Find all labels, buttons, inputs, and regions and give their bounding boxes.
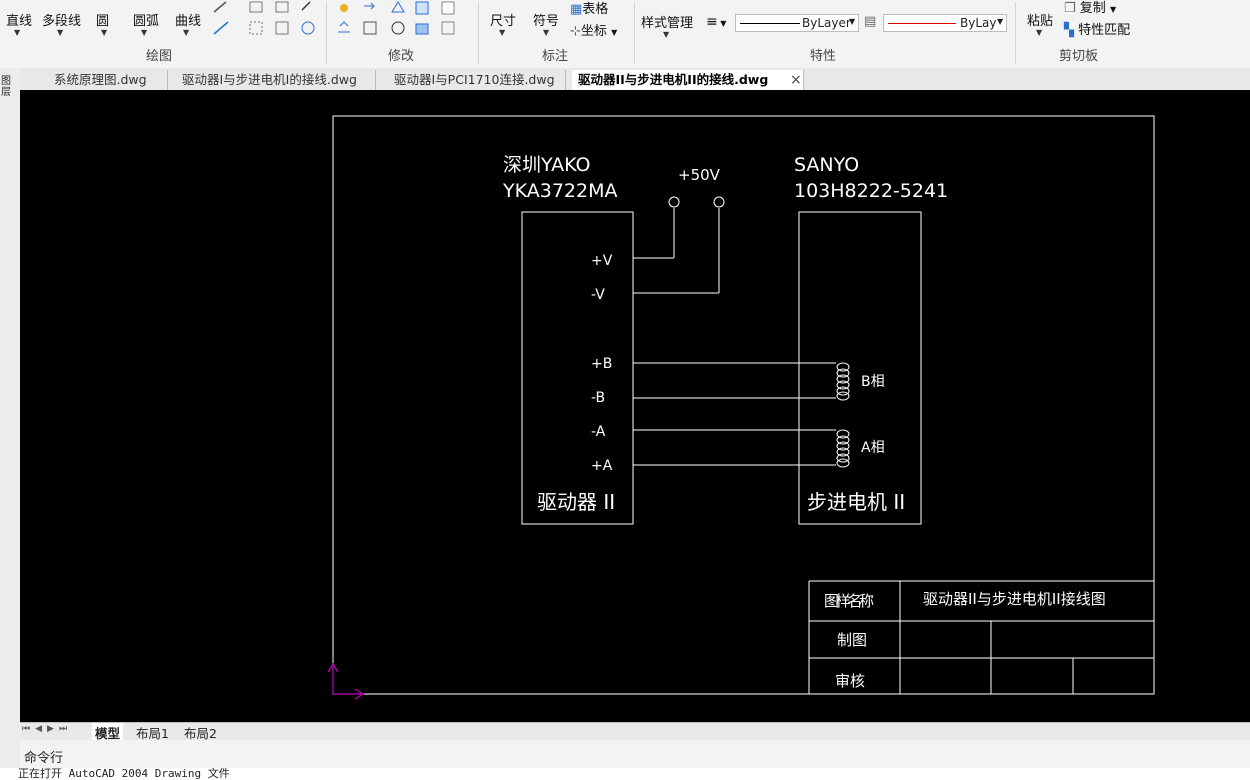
paste-button[interactable]: 粘贴	[1027, 10, 1053, 29]
tab-driver2-motor2[interactable]: 驱动器II与步进电机II的接线.dwg	[572, 70, 804, 90]
layer-toggle-button[interactable]: 图层	[1, 76, 15, 98]
command-line-label: 命令行	[24, 751, 64, 766]
clipboard-panel-title: 剪切板	[1059, 49, 1099, 64]
phase-b-label: B相	[861, 374, 885, 390]
coil-b-icon	[836, 362, 850, 401]
table-button[interactable]: ▦表格	[570, 0, 608, 17]
coil-a-icon	[836, 429, 850, 468]
pin-label: -B	[591, 390, 605, 406]
chevron-down-icon[interactable]: ▼	[57, 28, 63, 37]
close-icon[interactable]: ×	[790, 71, 802, 89]
terminal-minus	[713, 196, 725, 208]
symbol-button[interactable]: 符号	[533, 10, 559, 29]
lineweight-select[interactable]: ByLay ▼	[883, 14, 1007, 32]
tab-driver1-pci1710[interactable]: 驱动器I与PCI1710连接.dwg	[388, 70, 566, 90]
title-name-value: 驱动器II与步进电机II接线图	[923, 590, 1106, 608]
pin-label: -V	[591, 287, 605, 303]
coordinate-icon: ⊹	[570, 24, 581, 39]
chevron-down-icon: ▼	[997, 17, 1004, 26]
drawn-by-label: 制图	[837, 631, 867, 649]
lineweight-list-icon[interactable]: ▤	[864, 14, 876, 29]
draw-panel-title: 绘图	[146, 49, 173, 64]
status-line: 正在打开 AutoCAD 2004 Drawing 文件	[0, 768, 1250, 780]
arc-button[interactable]: 圆弧	[133, 10, 159, 29]
supply-voltage-text: +50V	[678, 166, 721, 184]
document-tabs: 系统原理图.dwg 驱动器I与步进电机I的接线.dwg 驱动器I与PCI1710…	[20, 68, 1250, 90]
layer-side-toolbar: 图层	[0, 68, 21, 780]
draw-tools-icons[interactable]	[210, 0, 320, 40]
chevron-down-icon[interactable]: ▼	[183, 28, 189, 37]
driver-model-text: YKA3722MA	[502, 180, 617, 202]
chevron-down-icon[interactable]: ▼	[499, 28, 505, 37]
drawing-svg: 深圳YAKO YKA3722MA +50V SANYO 103H8222-524…	[327, 115, 1155, 700]
divider	[1015, 2, 1016, 64]
chevron-down-icon[interactable]: ▼	[663, 30, 669, 39]
copy-button[interactable]: ❐ 复制 ▼	[1064, 0, 1116, 16]
chevron-down-icon[interactable]: ▼	[101, 28, 107, 37]
layout-tab-bar: ⏮◀▶⏭ 模型 布局1 布局2	[20, 722, 1250, 742]
table-icon: ▦	[570, 2, 583, 17]
copy-icon: ❐	[1064, 1, 1076, 16]
curve-button[interactable]: 曲线	[175, 10, 201, 29]
line-button[interactable]: 直线	[6, 10, 32, 29]
dimension-button[interactable]: 尺寸	[490, 10, 516, 29]
style-manager-button[interactable]: 样式管理	[641, 12, 693, 31]
pin-label: +V	[591, 253, 613, 269]
pin-label: +B	[591, 356, 612, 372]
chevron-down-icon[interactable]: ▼	[543, 28, 549, 37]
pin-label: +A	[591, 458, 613, 474]
ucs-axis-icon	[327, 662, 365, 700]
annotate-panel-title: 标注	[542, 49, 569, 64]
motor-box	[798, 211, 922, 525]
divider	[478, 2, 479, 64]
driver-box	[521, 211, 634, 525]
drawing-canvas[interactable]: 深圳YAKO YKA3722MA +50V SANYO 103H8222-524…	[20, 90, 1250, 722]
match-label: 特性匹配	[1078, 23, 1131, 38]
motor-model-text: 103H8222-5241	[794, 180, 948, 202]
lineweight-icon[interactable]: ≡ ▼	[706, 14, 726, 30]
modify-tools-icons[interactable]	[334, 0, 474, 40]
terminal-plus	[668, 196, 680, 208]
command-line[interactable]: 命令行	[20, 740, 1250, 768]
layout-nav-arrows-icon[interactable]: ⏮◀▶⏭	[22, 724, 72, 734]
chevron-down-icon[interactable]: ▼	[141, 28, 147, 37]
coordinate-label: 坐标	[580, 24, 607, 39]
chevron-down-icon[interactable]: ▼	[1036, 28, 1042, 37]
phase-a-label: A相	[861, 440, 885, 456]
circle-button[interactable]: 圆	[96, 10, 109, 29]
chevron-down-icon: ▼	[849, 17, 856, 26]
reviewed-by-label: 审核	[835, 672, 865, 690]
motor-maker-text: SANYO	[794, 154, 859, 176]
tab-system-diagram[interactable]: 系统原理图.dwg	[48, 70, 168, 90]
match-properties-button[interactable]: ▚ 特性匹配	[1064, 19, 1130, 38]
table-label: 表格	[582, 2, 609, 17]
driver-name-label: 驱动器 II	[537, 490, 615, 514]
tab-driver1-motor1[interactable]: 驱动器I与步进电机I的接线.dwg	[176, 70, 376, 90]
chevron-down-icon[interactable]: ▼	[14, 28, 20, 37]
pin-label: -A	[591, 424, 606, 440]
divider	[634, 2, 635, 64]
coordinate-button[interactable]: ⊹坐标 ▼	[570, 20, 617, 39]
linetype-select[interactable]: ByLayer ▼	[735, 14, 859, 32]
divider	[326, 2, 327, 64]
title-name-label: 图样名称	[824, 592, 874, 610]
linetype-value: ByLayer	[802, 16, 851, 30]
polyline-button[interactable]: 多段线	[42, 10, 81, 29]
motor-name-label: 步进电机 II	[807, 490, 905, 514]
status-text: 正在打开 AutoCAD 2004 Drawing 文件	[18, 768, 230, 780]
lineweight-value: ByLay	[960, 16, 997, 30]
ribbon: 直线 ▼ 多段线 ▼ 圆 ▼ 圆弧 ▼ 曲线 ▼ 绘图 修改 尺寸 ▼ 符号 ▼…	[0, 0, 1250, 69]
properties-panel-title: 特性	[810, 49, 837, 64]
copy-label: 复制	[1079, 1, 1106, 16]
modify-panel-title: 修改	[388, 49, 415, 64]
brush-icon: ▚	[1064, 23, 1074, 38]
driver-maker-text: 深圳YAKO	[503, 154, 591, 176]
